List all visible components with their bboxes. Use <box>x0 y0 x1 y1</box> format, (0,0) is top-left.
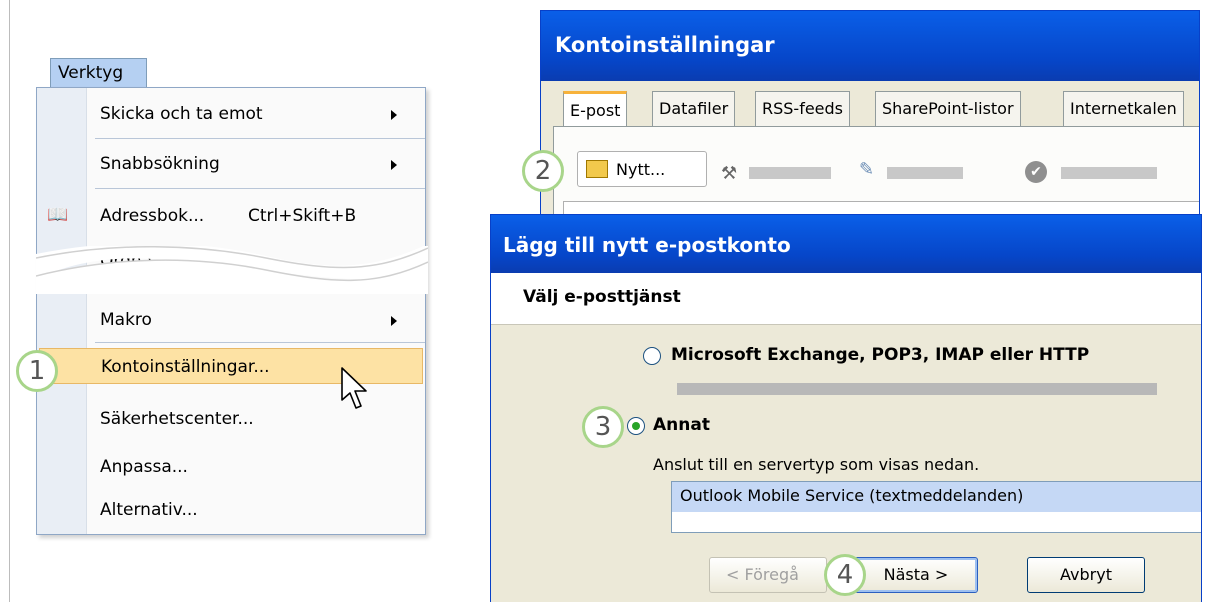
new-account-button[interactable]: Nytt... <box>577 151 707 187</box>
radio-exchange-label[interactable]: Microsoft Exchange, POP3, IMAP eller HTT… <box>671 345 1089 365</box>
menu-item-shortcut: Ctrl+Skift+B <box>248 206 357 226</box>
menu-item-label: Snabbsökning <box>100 154 220 174</box>
dialog-title: Kontoinställningar <box>541 11 1199 81</box>
menu-separator <box>95 138 425 139</box>
menu-item-label: Skicka och ta emot <box>100 104 263 124</box>
radio-annat[interactable] <box>627 417 645 435</box>
tab-rss-feeds[interactable]: RSS-feeds <box>755 91 851 127</box>
tab-e-post[interactable]: E-post <box>563 91 628 127</box>
menu-item-adressbok[interactable]: 📖 Adressbok... Ctrl+Skift+B <box>37 198 425 234</box>
submenu-arrow-icon <box>391 110 397 120</box>
dialog-subtitle: Välj e-posttjänst <box>523 287 681 307</box>
submenu-arrow-icon <box>391 160 397 170</box>
menu-item-label: Alternativ... <box>100 500 198 520</box>
menu-panel: Verktyg Skicka och ta emot Snabbsökning … <box>9 0 428 602</box>
screenshot-stage: Verktyg Skicka och ta emot Snabbsökning … <box>0 0 1205 602</box>
dialog-title: Lägg till nytt e-postkonto <box>491 215 1201 273</box>
menu-item-anpassa[interactable]: Anpassa... <box>37 449 425 485</box>
step-badge-1: 1 <box>16 350 58 392</box>
new-account-label: Nytt... <box>616 160 666 179</box>
back-button[interactable]: < Föregå <box>709 557 827 593</box>
change-label-placeholder <box>887 167 963 179</box>
menu-item-alternativ[interactable]: Alternativ... <box>37 492 425 528</box>
menu-cut-wave <box>36 246 428 294</box>
submenu-arrow-icon <box>391 316 397 326</box>
menu-item-label: Kontoinställningar... <box>101 357 270 377</box>
tab-sharepoint-listor[interactable]: SharePoint-listor <box>875 91 1021 127</box>
list-item[interactable]: Outlook Mobile Service (textmeddelanden) <box>672 482 1201 512</box>
set-default-label-placeholder <box>1061 167 1157 179</box>
menu-item-label: Makro <box>100 310 152 330</box>
menu-item-label: Anpassa... <box>100 457 188 477</box>
step-badge-2: 2 <box>522 150 564 192</box>
mouse-cursor-icon <box>341 367 367 409</box>
change-icon[interactable]: ✎ <box>859 159 874 180</box>
set-default-icon[interactable]: ✔ <box>1025 161 1047 183</box>
cancel-button[interactable]: Avbryt <box>1027 557 1145 593</box>
kontoinstallningar-dialog: Kontoinställningar E-post Datafiler RSS-… <box>540 10 1200 220</box>
menu-verktyg[interactable]: Verktyg <box>50 58 147 88</box>
next-button[interactable]: Nästa > <box>854 557 978 593</box>
verktyg-dropdown: Skicka och ta emot Snabbsökning 📖 Adress… <box>36 87 426 535</box>
annat-description: Anslut till en servertyp som visas nedan… <box>653 455 980 474</box>
radio-exchange[interactable] <box>643 347 661 365</box>
service-type-list[interactable]: Outlook Mobile Service (textmeddelanden) <box>671 481 1201 533</box>
tab-datafiler[interactable]: Datafiler <box>652 91 736 127</box>
tab-internetkalender[interactable]: Internetkalen <box>1063 91 1184 127</box>
new-mail-icon <box>586 160 608 178</box>
menu-item-skicka-och-ta-emot[interactable]: Skicka och ta emot <box>37 96 425 132</box>
repair-icon[interactable]: ⚒ <box>721 163 737 184</box>
step-badge-3: 3 <box>582 406 624 448</box>
menu-item-makro[interactable]: Makro <box>37 302 425 338</box>
step-badge-4: 4 <box>824 554 866 596</box>
dialog-header: Välj e-posttjänst <box>491 273 1201 325</box>
address-book-icon: 📖 <box>47 205 69 225</box>
repair-label-placeholder <box>749 167 831 179</box>
menu-item-snabbsokning[interactable]: Snabbsökning <box>37 146 425 182</box>
menu-separator <box>95 188 425 189</box>
menu-separator <box>95 342 425 343</box>
exchange-description-placeholder <box>677 383 1157 395</box>
menu-item-label: Säkerhetscenter... <box>100 409 254 429</box>
radio-annat-label[interactable]: Annat <box>653 415 710 435</box>
menu-item-label: Adressbok... <box>100 206 205 226</box>
